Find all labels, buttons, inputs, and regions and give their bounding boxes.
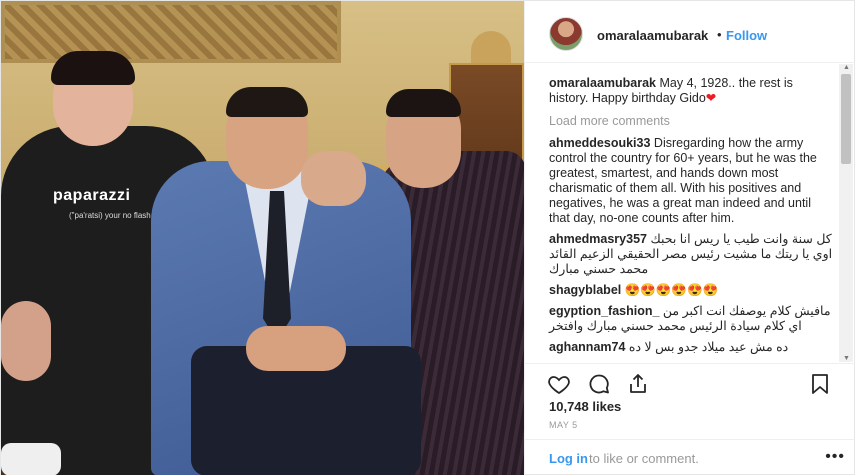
caption-username[interactable]: omaralaamubarak: [549, 76, 656, 90]
post-actions: 10,748 likes MAY 5 Log in to like or com…: [525, 363, 855, 475]
comment-icon[interactable]: [587, 372, 613, 398]
login-bar: Log in to like or comment. •••: [525, 439, 855, 475]
comment: ahmedmasry357 كل سنة وانت طيب يا ريس انا…: [549, 232, 835, 277]
more-options-icon[interactable]: •••: [825, 448, 845, 466]
bookmark-icon[interactable]: [808, 372, 834, 398]
wall-painting: [1, 1, 341, 63]
comment-username[interactable]: ahmedmasry357: [549, 232, 647, 246]
center-person-hands: [246, 326, 346, 371]
shoulder-hand: [301, 151, 366, 206]
scroll-thumb[interactable]: [841, 74, 851, 164]
caption: omaralaamubarak May 4, 1928.. the rest i…: [549, 76, 835, 106]
likes-count[interactable]: 10,748 likes: [549, 399, 621, 414]
follow-button[interactable]: Follow: [726, 28, 767, 43]
post-date: MAY 5: [549, 420, 578, 430]
load-more-comments-link[interactable]: Load more comments: [549, 114, 839, 128]
center-person-hair: [226, 87, 308, 117]
comment-username[interactable]: aghannam74: [549, 340, 625, 354]
heart-emoji: ❤: [705, 91, 717, 105]
left-person-hair: [51, 51, 135, 85]
scroll-up-arrow-icon[interactable]: ▲: [843, 64, 850, 71]
comment: shagyblabel 😍😍😍😍😍😍: [549, 283, 835, 298]
login-link[interactable]: Log in: [549, 451, 588, 466]
scroll-down-arrow-icon[interactable]: ▼: [843, 355, 850, 362]
heart-icon[interactable]: [547, 372, 573, 398]
right-person-hair: [386, 89, 461, 117]
left-person-shoe: [1, 443, 61, 475]
comment-username[interactable]: egyption_fashion_: [549, 304, 659, 318]
shirt-print-subtext: ("pa'ratsi) your no flash...: [69, 211, 158, 220]
comment-username[interactable]: shagyblabel: [549, 283, 621, 297]
login-prompt-text: to like or comment.: [589, 451, 699, 466]
left-person-arm: [1, 301, 51, 381]
share-icon[interactable]: [626, 372, 652, 398]
instagram-post: paparazzi ("pa'ratsi) your no flash... o…: [0, 0, 855, 475]
comment-username[interactable]: ahmeddesouki33: [549, 136, 650, 150]
post-header: omaralaamubarak • Follow: [525, 1, 855, 63]
shirt-print: paparazzi: [53, 187, 131, 204]
header-username[interactable]: omaralaamubarak: [597, 28, 708, 43]
comment: aghannam74 ده مش عيد ميلاد جدو بس لا ده: [549, 340, 835, 355]
comment-text: 😍😍😍😍😍😍: [624, 283, 719, 297]
header-separator: •: [717, 27, 722, 42]
comments-list: omaralaamubarak May 4, 1928.. the rest i…: [525, 64, 839, 362]
comment: ahmeddesouki33 Disregarding how the army…: [549, 136, 835, 226]
comment-text: ده مش عيد ميلاد جدو بس لا ده: [628, 340, 789, 354]
comment: egyption_fashion_ مافيش كلام يوصفك انت ا…: [549, 304, 835, 334]
avatar[interactable]: [549, 17, 583, 51]
comments-scrollbar[interactable]: ▲ ▼: [839, 64, 853, 362]
post-photo[interactable]: paparazzi ("pa'ratsi) your no flash...: [1, 1, 524, 475]
post-sidebar: omaralaamubarak • Follow omaralaamubarak…: [524, 1, 855, 475]
